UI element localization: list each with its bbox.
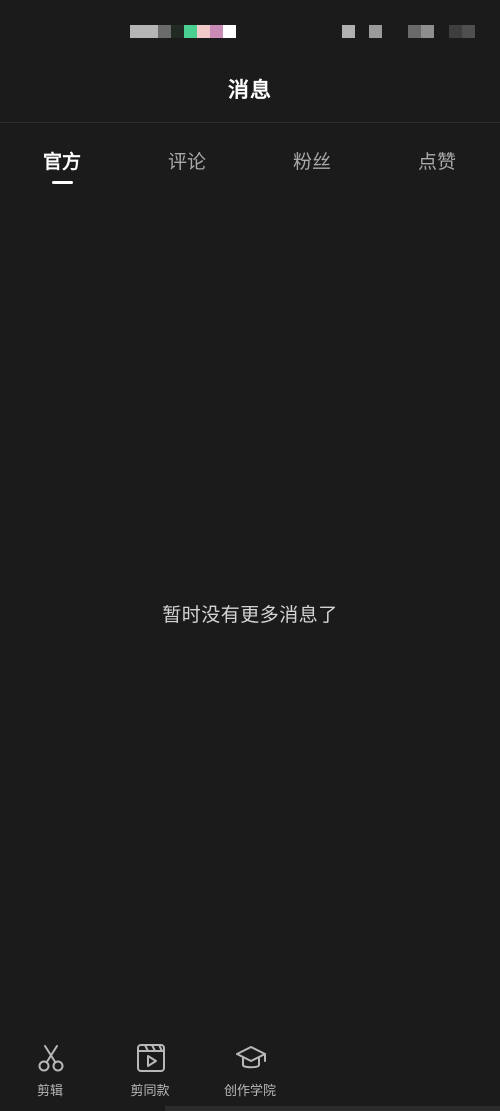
message-tabs: 官方 评论 粉丝 点赞 bbox=[0, 123, 500, 193]
nav-label-academy: 创作学院 bbox=[223, 1084, 276, 1099]
nav-item-academy[interactable]: 创作学院 bbox=[205, 1040, 295, 1102]
nav-label-templates: 剪同款 bbox=[130, 1084, 170, 1099]
home-indicator-bar bbox=[165, 1106, 500, 1111]
tab-likes[interactable]: 点赞 bbox=[397, 147, 477, 174]
tab-followers[interactable]: 粉丝 bbox=[272, 147, 352, 174]
active-tab-indicator bbox=[52, 181, 73, 184]
tab-comments[interactable]: 评论 bbox=[147, 147, 227, 174]
page-title: 消息 bbox=[228, 78, 272, 102]
nav-item-edit[interactable]: 剪辑 bbox=[5, 1040, 95, 1102]
scissors-icon bbox=[38, 1045, 64, 1072]
nav-label-edit: 剪辑 bbox=[36, 1084, 63, 1099]
video-template-icon bbox=[137, 1044, 165, 1072]
tab-official[interactable]: 官方 bbox=[22, 147, 102, 174]
graduation-cap-icon bbox=[236, 1046, 266, 1069]
status-notification-icons bbox=[130, 25, 236, 38]
header: 消息 bbox=[0, 60, 500, 123]
status-bar bbox=[0, 0, 500, 60]
nav-item-templates[interactable]: 剪同款 bbox=[105, 1040, 195, 1102]
bottom-nav: 剪辑 剪同款 创作学院 bbox=[0, 1030, 500, 1111]
empty-state-message: 暂时没有更多消息了 bbox=[162, 604, 338, 626]
